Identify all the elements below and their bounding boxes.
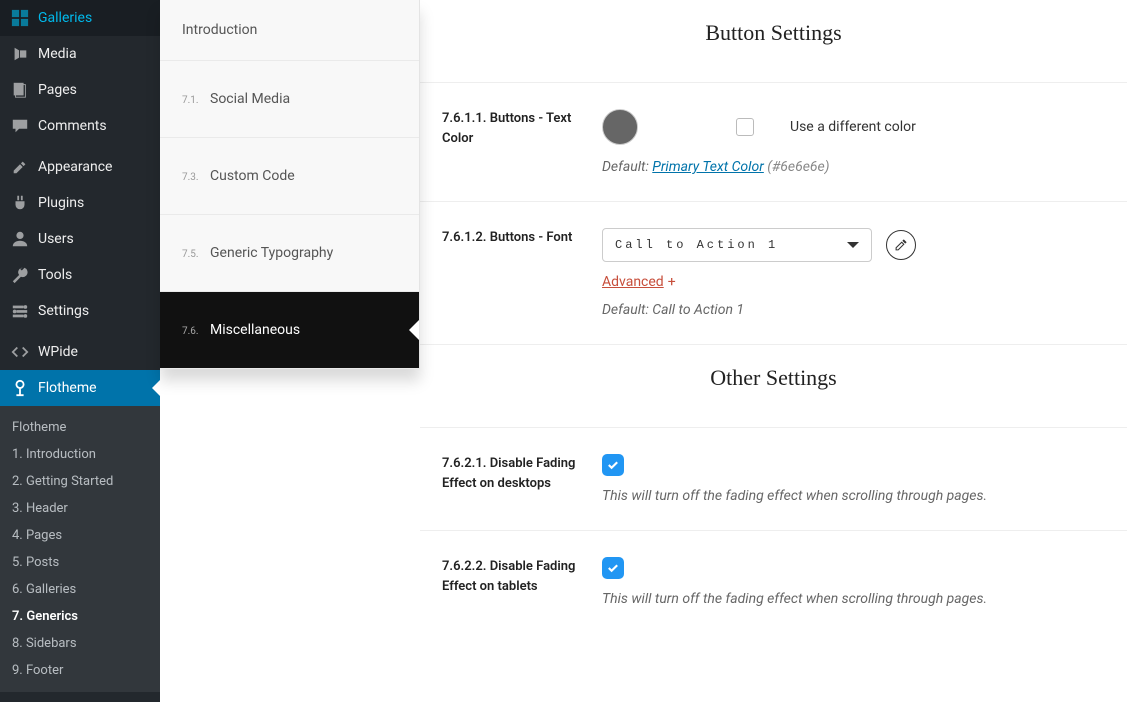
submenu-heading: Flotheme [0, 414, 160, 441]
submenu-item-posts[interactable]: 5. Posts [0, 549, 160, 576]
setting-label: 7.6.2.2. Disable Fading Effect on tablet… [442, 557, 602, 607]
settings-nav-social-media[interactable]: 7.1. Social Media [160, 61, 419, 138]
media-icon [10, 44, 30, 64]
sidebar-label: Galleries [38, 10, 92, 26]
checkbox-label: Use a different color [790, 119, 916, 135]
sidebar-label: Appearance [38, 159, 112, 175]
settings-nav-label: Generic Typography [210, 245, 333, 261]
edit-font-button[interactable] [886, 230, 916, 260]
sidebar-item-appearance[interactable]: Appearance [0, 149, 160, 185]
primary-text-color-link[interactable]: Primary Text Color [652, 159, 764, 175]
setting-label: 7.6.1.2. Buttons - Font [442, 228, 602, 318]
helper-text: This will turn off the fading effect whe… [602, 591, 1105, 607]
sidebar-item-users[interactable]: Users [0, 221, 160, 257]
sidebar-item-flotheme[interactable]: Flotheme [0, 370, 160, 406]
font-select-value: Call to Action 1 [615, 238, 778, 252]
sidebar-label: Pages [38, 82, 77, 98]
galleries-icon [10, 8, 30, 28]
settings-sub-nav: Introduction 7.1. Social Media 7.3. Cust… [160, 0, 420, 369]
sidebar-item-pages[interactable]: Pages [0, 72, 160, 108]
wp-admin-sidebar: Galleries Media Pages Comments Appearanc… [0, 0, 160, 702]
settings-nav-number: 7.6. [182, 326, 210, 337]
sidebar-item-tools[interactable]: Tools [0, 257, 160, 293]
setting-buttons-text-color: 7.6.1.1. Buttons - Text Color Use a diff… [420, 82, 1127, 201]
setting-buttons-font: 7.6.1.2. Buttons - Font Call to Action 1… [420, 201, 1127, 344]
use-different-color-checkbox[interactable] [736, 118, 754, 136]
sidebar-item-comments[interactable]: Comments [0, 108, 160, 144]
submenu-item-header[interactable]: 3. Header [0, 495, 160, 522]
settings-nav-label: Miscellaneous [210, 322, 300, 338]
checkmark-icon [606, 458, 620, 472]
pages-icon [10, 80, 30, 100]
submenu-item-introduction[interactable]: 1. Introduction [0, 441, 160, 468]
advanced-toggle-link[interactable]: Advanced+ [602, 274, 676, 290]
sidebar-item-media[interactable]: Media [0, 36, 160, 72]
sidebar-item-galleries[interactable]: Galleries [0, 0, 160, 36]
sidebar-label: Comments [38, 118, 107, 134]
plugins-icon [10, 193, 30, 213]
tools-icon [10, 265, 30, 285]
sidebar-item-settings[interactable]: Settings [0, 293, 160, 329]
submenu-item-footer[interactable]: 9. Footer [0, 657, 160, 684]
settings-nav-label: Social Media [210, 91, 290, 107]
flotheme-icon [10, 378, 30, 398]
settings-nav-number: 7.3. [182, 172, 210, 183]
checkmark-icon [606, 561, 620, 575]
sidebar-label: Tools [38, 267, 72, 283]
sidebar-item-wpide[interactable]: WPide [0, 334, 160, 370]
disable-fading-tablet-checkbox[interactable] [602, 557, 624, 579]
chevron-down-icon [847, 242, 859, 254]
settings-nav-generic-typography[interactable]: 7.5. Generic Typography [160, 215, 419, 292]
section-title-other-settings: Other Settings [420, 345, 1127, 427]
sidebar-label: Users [38, 231, 74, 247]
settings-nav-number: 7.1. [182, 95, 210, 106]
setting-disable-fading-desktop: 7.6.2.1. Disable Fading Effect on deskto… [420, 427, 1127, 530]
submenu-item-pages[interactable]: 4. Pages [0, 522, 160, 549]
sidebar-label: Plugins [38, 195, 84, 211]
helper-default-text: Default: Primary Text Color (#6e6e6e) [602, 159, 1105, 175]
setting-disable-fading-tablet: 7.6.2.2. Disable Fading Effect on tablet… [420, 530, 1127, 633]
appearance-icon [10, 157, 30, 177]
font-select-dropdown[interactable]: Call to Action 1 [602, 228, 872, 262]
setting-label: 7.6.1.1. Buttons - Text Color [442, 109, 602, 175]
submenu-item-getting-started[interactable]: 2. Getting Started [0, 468, 160, 495]
users-icon [10, 229, 30, 249]
setting-label: 7.6.2.1. Disable Fading Effect on deskto… [442, 454, 602, 504]
sidebar-label: Media [38, 46, 77, 62]
settings-nav-label: Custom Code [210, 168, 295, 184]
settings-nav-number: 7.5. [182, 249, 210, 260]
helper-default-text: Default: Call to Action 1 [602, 302, 1105, 318]
sidebar-submenu: Flotheme 1. Introduction 2. Getting Star… [0, 406, 160, 692]
settings-nav-introduction[interactable]: Introduction [160, 0, 419, 61]
color-swatch-picker[interactable] [602, 109, 638, 145]
settings-nav-custom-code[interactable]: 7.3. Custom Code [160, 138, 419, 215]
sidebar-item-plugins[interactable]: Plugins [0, 185, 160, 221]
comments-icon [10, 116, 30, 136]
sidebar-label: WPide [38, 344, 78, 360]
submenu-item-generics[interactable]: 7. Generics [0, 603, 160, 630]
settings-nav-miscellaneous[interactable]: 7.6. Miscellaneous [160, 292, 419, 369]
pencil-icon [894, 238, 908, 252]
settings-nav-label: Introduction [182, 22, 257, 38]
submenu-item-sidebars[interactable]: 8. Sidebars [0, 630, 160, 657]
section-title-button-settings: Button Settings [420, 0, 1127, 82]
submenu-item-galleries[interactable]: 6. Galleries [0, 576, 160, 603]
settings-icon [10, 301, 30, 321]
sidebar-label: Settings [38, 303, 89, 319]
code-icon [10, 342, 30, 362]
disable-fading-desktop-checkbox[interactable] [602, 454, 624, 476]
helper-text: This will turn off the fading effect whe… [602, 488, 1105, 504]
sidebar-label: Flotheme [38, 380, 97, 396]
